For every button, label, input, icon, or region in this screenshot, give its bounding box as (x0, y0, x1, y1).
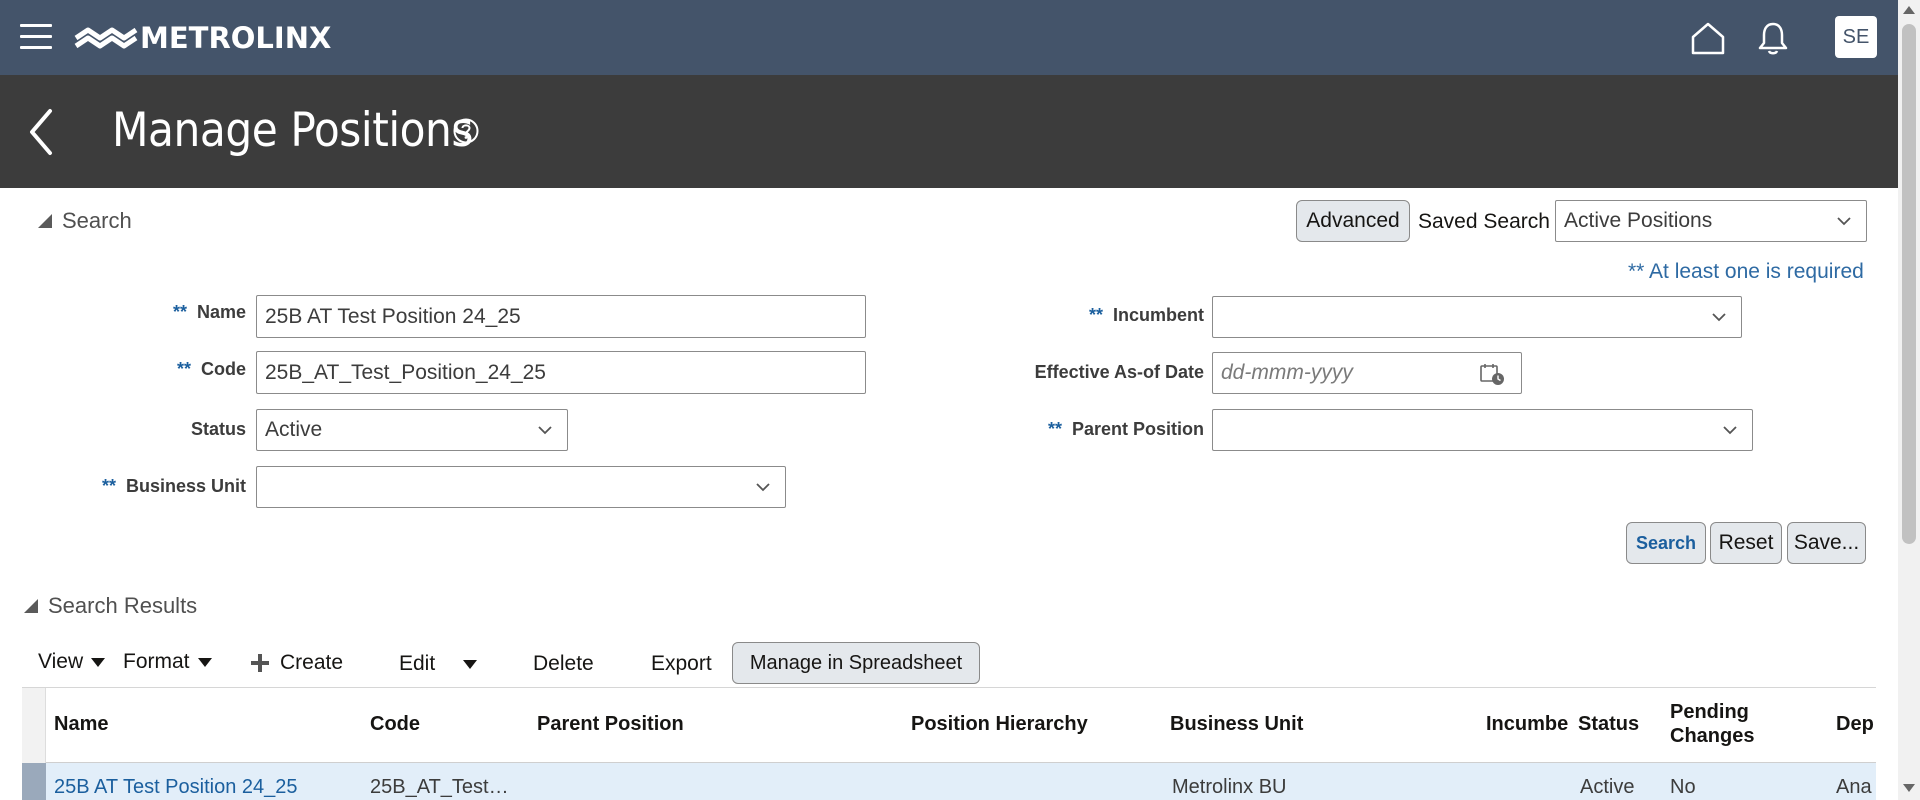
selected-row-marker (22, 763, 46, 800)
edit-menu[interactable]: Edit (399, 652, 478, 676)
logo-text: METROLINX (140, 21, 332, 55)
create-button-label: Create (280, 651, 344, 674)
metrolinx-logo-mark-icon (74, 27, 138, 49)
code-label-text: Code (201, 359, 246, 379)
saved-search-value: Active Positions (1564, 209, 1713, 232)
format-menu[interactable]: Format (123, 650, 212, 674)
user-avatar[interactable]: SE (1835, 16, 1877, 58)
caret-down-icon (91, 657, 106, 667)
row-pending-changes: No (1670, 776, 1696, 798)
name-label-text: Name (196, 302, 246, 322)
create-button[interactable]: Create (250, 651, 343, 675)
chevron-down-icon (1712, 313, 1726, 322)
status-select[interactable]: Active (256, 409, 568, 451)
scroll-down-arrow-icon[interactable] (1903, 784, 1915, 792)
toolbar-divider (22, 687, 1876, 688)
effective-date-placeholder: dd-mmm-yyyy (1221, 361, 1353, 384)
chevron-down-icon (1837, 217, 1851, 226)
required-marker: ** (101, 476, 116, 496)
parent-position-label-text: Parent Position (1071, 419, 1204, 439)
search-section-toggle[interactable]: Search (38, 208, 132, 234)
column-header-code[interactable]: Code (370, 712, 420, 736)
required-marker: ** (172, 302, 187, 322)
top-navigation-bar: METROLINX SE (0, 0, 1898, 75)
reset-button[interactable]: Reset (1710, 522, 1782, 564)
view-menu[interactable]: View (38, 650, 106, 674)
name-input-value: 25B AT Test Position 24_25 (265, 304, 521, 328)
incumbent-label-text: Incumbent (1112, 305, 1204, 325)
caret-down-icon (463, 659, 478, 669)
row-business-unit: Metrolinx BU (1172, 776, 1287, 798)
chevron-down-icon (756, 483, 770, 492)
code-input-value: 25B_AT_Test_Position_24_25 (265, 360, 546, 384)
required-note: ** At least one is required (1628, 260, 1864, 283)
name-input[interactable]: 25B AT Test Position 24_25 (256, 295, 866, 338)
pending-changes-line1: Pending (1670, 701, 1749, 723)
view-menu-label: View (38, 650, 84, 673)
required-marker: ** (1088, 305, 1103, 325)
pending-changes-line2: Changes (1670, 725, 1755, 747)
column-header-name[interactable]: Name (54, 712, 108, 736)
required-marker: ** (176, 359, 191, 379)
row-name-link[interactable]: 25B AT Test Position 24_25 (54, 776, 298, 799)
edit-menu-label: Edit (399, 652, 436, 675)
column-header-department[interactable]: Dep (1836, 712, 1876, 736)
column-header-pending-changes[interactable]: Pending Changes (1670, 700, 1754, 748)
row-status: Active (1580, 776, 1635, 798)
search-section-label: Search (62, 208, 132, 233)
effective-date-label: Effective As-of Date (1034, 362, 1204, 382)
column-header-status[interactable]: Status (1578, 712, 1639, 736)
scroll-up-arrow-icon[interactable] (1903, 6, 1915, 14)
page-header: Manage Positions (0, 75, 1898, 188)
format-menu-label: Format (123, 650, 190, 673)
saved-search-label: Saved Search (1418, 210, 1550, 233)
column-header-position-hierarchy[interactable]: Position Hierarchy (911, 712, 1088, 736)
chevron-down-icon (1723, 426, 1737, 435)
delete-button[interactable]: Delete (533, 652, 594, 676)
chevron-down-icon (538, 426, 552, 435)
page-title: Manage Positions (112, 103, 474, 158)
business-unit-select[interactable] (256, 466, 786, 508)
calendar-icon[interactable] (1479, 362, 1505, 386)
column-header-parent-position[interactable]: Parent Position (537, 712, 684, 736)
column-header-incumbent[interactable]: Incumbe (1486, 712, 1570, 736)
hamburger-menu-icon[interactable] (20, 24, 52, 50)
search-results-section-label: Search Results (48, 593, 198, 618)
help-icon[interactable] (452, 117, 480, 145)
row-code: 25B_AT_Test… (370, 776, 509, 798)
search-results-section-toggle[interactable]: Search Results (24, 593, 197, 619)
parent-position-select[interactable] (1212, 409, 1753, 451)
code-input[interactable]: 25B_AT_Test_Position_24_25 (256, 351, 866, 394)
page-scrollbar[interactable] (1898, 0, 1920, 800)
back-arrow-icon[interactable] (26, 107, 56, 157)
manage-in-spreadsheet-button[interactable]: Manage in Spreadsheet (732, 642, 980, 684)
plus-icon (251, 654, 269, 672)
parent-position-label: ** Parent Position (1020, 419, 1204, 440)
incumbent-select[interactable] (1212, 296, 1742, 338)
notifications-bell-icon[interactable] (1757, 20, 1789, 56)
search-button[interactable]: Search (1626, 522, 1706, 564)
incumbent-label: ** Incumbent (1040, 305, 1204, 326)
advanced-button[interactable]: Advanced (1296, 200, 1410, 242)
business-unit-label: ** Business Unit (60, 476, 246, 497)
scroll-thumb[interactable] (1902, 24, 1916, 544)
status-select-value: Active (265, 418, 323, 441)
collapse-triangle-icon (38, 214, 52, 228)
saved-search-select[interactable]: Active Positions (1555, 200, 1867, 242)
column-header-business-unit[interactable]: Business Unit (1170, 712, 1303, 736)
home-icon[interactable] (1690, 20, 1726, 56)
row-department: Ana (1836, 776, 1872, 798)
required-marker: ** (1047, 419, 1062, 439)
code-label: ** Code (100, 359, 246, 380)
collapse-triangle-icon (24, 599, 38, 613)
caret-down-icon (197, 657, 212, 667)
business-unit-label-text: Business Unit (125, 476, 246, 496)
effective-date-input[interactable]: dd-mmm-yyyy (1212, 352, 1522, 394)
export-button[interactable]: Export (651, 652, 712, 676)
metrolinx-logo[interactable]: METROLINX (74, 18, 331, 58)
name-label: ** Name (100, 302, 246, 323)
save-button[interactable]: Save... (1787, 522, 1866, 564)
status-label: Status (190, 419, 246, 439)
